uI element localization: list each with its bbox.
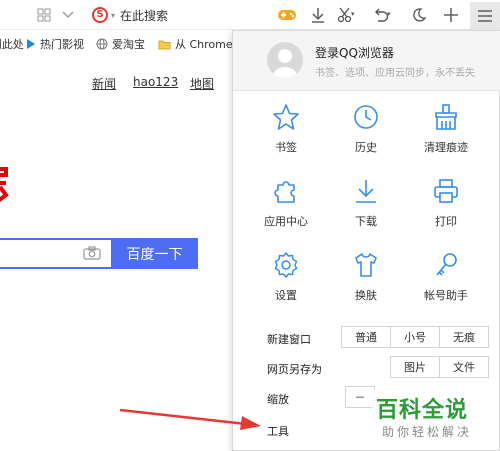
menu-item-label: 设置 [275, 289, 297, 302]
search-engine-icon: S [92, 7, 108, 23]
bookmark-item[interactable]: 从 Chrome [158, 36, 233, 52]
download-icon [356, 180, 376, 203]
save-as-row: 网页另存为 图片 文件 [233, 356, 500, 380]
page-link[interactable]: hao123 [133, 75, 178, 89]
folder-icon [158, 40, 171, 49]
watermark: 百科全说 助你轻松解决 [372, 390, 496, 444]
menu-item-label: 应用中心 [264, 215, 308, 228]
broom-icon [435, 104, 457, 130]
menu-item-app-center[interactable]: 应用中心 [249, 177, 323, 237]
new-window-small-button[interactable]: 小号 [390, 326, 440, 348]
bookmark-item[interactable]: 爱淘宝 [96, 36, 145, 52]
printer-icon [434, 179, 458, 203]
plus-icon[interactable] [441, 5, 461, 25]
menu-item-settings[interactable]: 设置 [249, 251, 323, 311]
chevron-down-icon[interactable] [58, 5, 78, 25]
menu-item-skin[interactable]: 换肤 [329, 251, 403, 311]
avatar[interactable] [267, 42, 303, 78]
star-icon [273, 104, 299, 130]
browser-toolbar: S ▾ 在此搜索 ▾ ▾ [0, 0, 500, 30]
play-icon [27, 39, 35, 49]
login-header[interactable]: 登录QQ浏览器 书签、选项、应用云同步，永不丢失 [233, 31, 500, 91]
scissors-icon[interactable]: ▾ [336, 5, 356, 25]
search-input[interactable]: 在此搜索 [120, 7, 168, 24]
tools-label: 工具 [267, 425, 289, 438]
baidu-logo-fragment [0, 167, 9, 202]
new-window-normal-button[interactable]: 普通 [341, 326, 391, 348]
tshirt-icon [355, 253, 377, 277]
menu-item-account-helper[interactable]: 帐号助手 [409, 251, 483, 311]
login-subtitle: 书签、选项、应用云同步，永不丢失 [315, 68, 475, 79]
browser-main-menu: 登录QQ浏览器 书签、选项、应用云同步，永不丢失 书签 历史 清理痕迹 应用中心… [232, 30, 500, 451]
baidu-search-button[interactable]: 百度一下 [111, 238, 198, 269]
caret-icon: ▾ [111, 10, 116, 20]
watermark-title: 百科全说 [376, 398, 469, 423]
gear-icon [274, 252, 298, 278]
moon-icon[interactable] [409, 5, 429, 25]
clock-icon [354, 105, 378, 129]
menu-item-label: 历史 [355, 141, 377, 154]
save-as-image-button[interactable]: 图片 [390, 356, 440, 378]
bookmark-label: 热门影视 [40, 38, 84, 51]
bookmark-label: 从 Chrome [175, 38, 233, 51]
globe-icon [96, 38, 108, 50]
camera-icon[interactable] [82, 245, 102, 261]
save-as-file-button[interactable]: 文件 [439, 356, 489, 378]
page-link[interactable]: 新闻 [92, 75, 116, 92]
zoom-out-button[interactable]: － [345, 386, 375, 408]
login-title[interactable]: 登录QQ浏览器 [315, 44, 394, 61]
watermark-subtitle: 助你轻松解决 [382, 425, 473, 439]
new-window-incognito-button[interactable]: 无痕 [439, 326, 489, 348]
menu-item-history[interactable]: 历史 [329, 103, 403, 163]
svg-text:▾: ▾ [387, 10, 391, 18]
new-window-label: 新建窗口 [267, 333, 311, 346]
menu-item-downloads[interactable]: 下载 [329, 177, 403, 237]
undo-icon[interactable]: ▾ [372, 5, 392, 25]
zoom-label: 缩放 [267, 393, 289, 406]
browser-window: S ▾ 在此搜索 ▾ ▾ Ctrl+D 收藏到此处 [0, 0, 500, 451]
game-icon[interactable] [277, 5, 297, 25]
annotation-arrow [119, 408, 261, 430]
menu-item-bookmarks[interactable]: 书签 [249, 103, 323, 163]
menu-item-print[interactable]: 打印 [409, 177, 483, 237]
key-icon [436, 253, 457, 276]
bookmark-label: Ctrl+D 收藏到此处 [0, 38, 24, 51]
new-window-row: 新建窗口 普通 小号 无痕 [233, 326, 500, 350]
menu-item-label: 下载 [355, 215, 377, 228]
menu-item-label: 清理痕迹 [424, 141, 468, 154]
grid-icon[interactable] [34, 5, 54, 25]
page-link[interactable]: 地图 [190, 75, 214, 92]
menu-icon[interactable] [470, 2, 500, 29]
search-engine-selector[interactable]: S ▾ [92, 6, 115, 24]
svg-text:▾: ▾ [351, 10, 355, 18]
menu-item-clear-traces[interactable]: 清理痕迹 [409, 103, 483, 163]
menu-item-label: 书签 [275, 141, 297, 154]
save-as-label: 网页另存为 [267, 363, 322, 376]
menu-item-label: 帐号助手 [424, 289, 468, 302]
download-icon[interactable] [308, 5, 328, 25]
bookmark-item[interactable]: Ctrl+D 收藏到此处 [0, 36, 24, 52]
puzzle-icon [274, 181, 295, 203]
bookmark-item[interactable]: 热门影视 [26, 36, 84, 52]
menu-item-label: 换肤 [355, 289, 377, 302]
bookmark-label: 爱淘宝 [112, 38, 145, 51]
menu-item-label: 打印 [435, 215, 457, 228]
